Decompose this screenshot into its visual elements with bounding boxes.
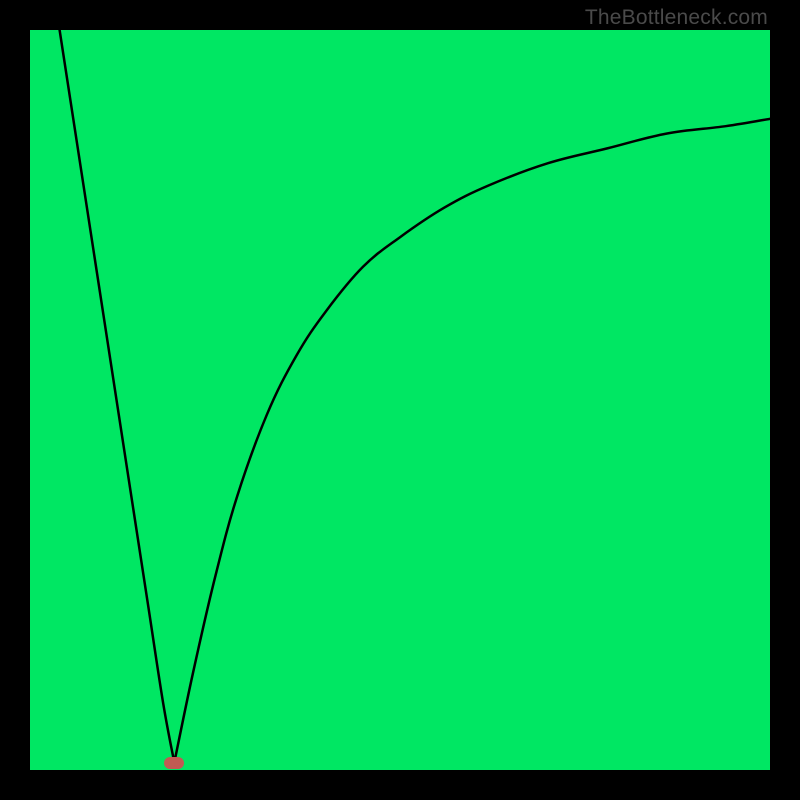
watermark-text: TheBottleneck.com: [585, 6, 768, 30]
chart-area: [30, 30, 770, 770]
chart-background-gradient: [30, 30, 770, 770]
chart-min-marker: [164, 757, 184, 769]
